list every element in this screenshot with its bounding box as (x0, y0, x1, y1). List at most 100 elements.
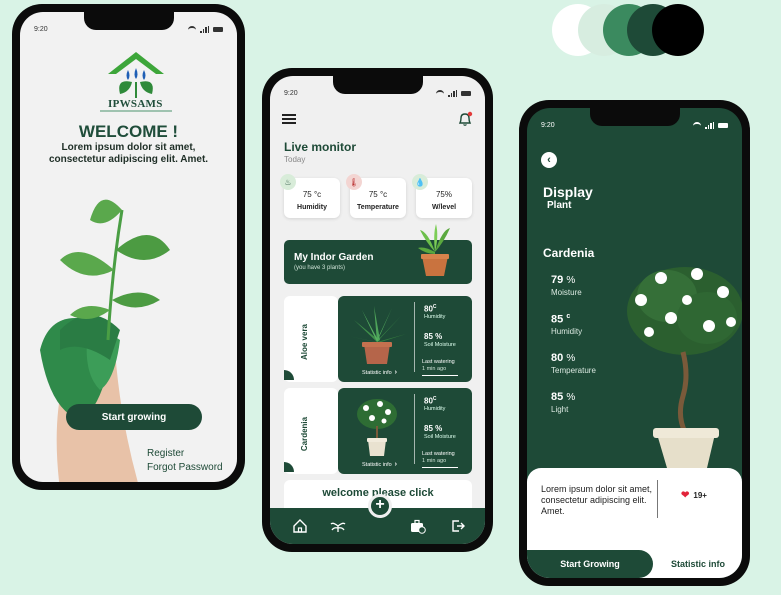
wifi-icon (693, 122, 701, 128)
plant-moisture-label: Soil Moisture (424, 434, 456, 440)
water-drop-icon: 💧 (412, 174, 428, 190)
watering-progress-line (422, 467, 458, 468)
aloe-vera-plant-image (348, 306, 406, 364)
humidity-label: Humidity (551, 327, 583, 336)
temperature-label: Temperature (551, 366, 596, 375)
plant-card-cardenia[interactable]: Cardenia 80C Humidity 85 % Soil Moisture… (284, 388, 472, 474)
plant-moisture-value: 85 % (424, 332, 443, 341)
plant-card-aloe-vera[interactable]: Aloe vera 80C Humidity 85 % Soil Moistur… (284, 296, 472, 382)
humidity-icon: ♨ (280, 174, 296, 190)
metric-card-temperature[interactable]: 🌡 75 °c Temperature (346, 174, 406, 218)
garden-title: My Indor Garden (294, 252, 374, 263)
signal-icon (705, 121, 714, 129)
status-time: 9:20 (541, 121, 555, 129)
card-corner-accent (284, 462, 294, 472)
plant-card-details: 80C Humidity 85 % Soil Moisture Last wat… (338, 296, 472, 382)
battery-icon (461, 90, 471, 96)
light-label: Light (551, 405, 569, 414)
status-bar: 9:20 (541, 120, 728, 130)
welcome-description: Lorem ipsum dolor sit amet, consectetur … (48, 142, 209, 165)
chevron-right-icon: › (394, 461, 397, 468)
plant-subheading: Plant (547, 200, 572, 211)
metric-label: W/level (431, 204, 457, 211)
metric-card-water-level[interactable]: 💧 75% W/level (412, 174, 472, 218)
plant-description: Lorem ipsum dolor sit amet, consectetur … (541, 484, 653, 516)
temperature-value: 80 % (551, 352, 576, 364)
plant-humidity-value: 80C (424, 304, 437, 314)
notification-bell-icon[interactable] (456, 110, 474, 128)
plant-humidity-label: Humidity (424, 406, 446, 412)
wifi-icon (436, 90, 444, 96)
hamburger-menu-icon[interactable] (282, 114, 296, 124)
metric-value: 75% (435, 190, 452, 199)
status-time: 9:20 (34, 25, 48, 33)
add-plant-button[interactable]: + (368, 494, 392, 518)
plant-card-side: Cardenia (284, 388, 338, 474)
plant-name: Cardenia (543, 246, 595, 260)
card-divider (414, 394, 415, 464)
palette-swatch-black (652, 4, 704, 56)
forgot-password-link[interactable]: Forgot Password (147, 462, 223, 473)
last-watering-label: Last watering (422, 451, 455, 457)
live-monitor-title: Live monitor (284, 140, 357, 154)
statistic-info-link[interactable]: Statistic info › (362, 369, 397, 376)
welcome-heading: WELCOME ! (78, 122, 179, 141)
gardenia-tree-image (627, 267, 742, 482)
register-link[interactable]: Register (147, 448, 184, 459)
metric-card-humidity[interactable]: ♨ 75 °c Humidity (280, 174, 340, 218)
statistic-info-link[interactable]: Statistic info › (362, 461, 397, 468)
plant-card-details: 80C Humidity 85 % Soil Moisture Last wat… (338, 388, 472, 474)
plant-moisture-label: Soil Moisture (424, 342, 456, 348)
statistic-info-button[interactable]: Statistic info (657, 550, 739, 578)
battery-icon (718, 122, 728, 128)
briefcase-clock-icon[interactable] (410, 518, 426, 534)
plant-humidity-label: Humidity (424, 314, 446, 320)
plant-name: Cardenia (300, 416, 309, 452)
signal-icon (200, 25, 209, 33)
plant-moisture-value: 85 % (424, 424, 443, 433)
last-watering-time: 1 min ago (422, 366, 447, 372)
back-arrow-icon[interactable]: ‹ (541, 152, 557, 168)
garden-subtitle: (you have 3 plants) (294, 265, 346, 271)
signal-icon (448, 89, 457, 97)
likes-count: 19+ (693, 491, 707, 500)
plant-name: Aloe vera (300, 323, 309, 361)
potted-plant-image (418, 224, 450, 276)
light-value: 85 % (551, 391, 576, 403)
display-heading: Display (543, 184, 593, 200)
start-growing-button[interactable]: Start growing (66, 404, 202, 430)
plant-card-side: Aloe vera (284, 296, 338, 382)
plant-humidity-value: 80C (424, 396, 437, 406)
phone-welcome-screen: 9:20 IPWSAMS WELCOME ! Lorem ipsum dolor… (12, 4, 245, 490)
heart-icon: ❤ (681, 490, 690, 501)
moisture-label: Moisture (551, 288, 582, 297)
start-growing-button[interactable]: Start Growing (527, 550, 653, 578)
phone-live-monitor-screen: 9:20 Live monitor Today ♨ 75 °c Humidity… (262, 68, 493, 552)
watering-progress-line (422, 375, 458, 376)
last-watering-time: 1 min ago (422, 458, 447, 464)
gardenia-tree-image (357, 399, 397, 456)
metric-label: Humidity (297, 204, 327, 211)
app-logo-text: IPWSAMS (108, 98, 163, 110)
live-monitor-subtitle: Today (284, 155, 306, 164)
likes-counter[interactable]: ❤ 19+ (681, 490, 707, 501)
moisture-value: 79 % (551, 274, 576, 286)
status-time: 9:20 (284, 89, 298, 97)
hand-holding-plant-image (40, 199, 170, 482)
card-divider (657, 480, 658, 518)
logo-underline (100, 110, 172, 112)
humidity-value: 85 c (551, 313, 571, 326)
card-divider (414, 302, 415, 372)
chevron-right-icon: › (394, 369, 397, 376)
thermometer-icon: 🌡 (346, 174, 362, 190)
last-watering-label: Last watering (422, 359, 455, 365)
my-garden-banner[interactable]: My Indor Garden (you have 3 plants) (284, 224, 472, 284)
card-corner-accent (284, 370, 294, 380)
metric-label: Temperature (357, 204, 399, 211)
logout-icon[interactable] (450, 518, 466, 534)
metric-value: 75 °c (368, 190, 388, 199)
metric-value: 75 °c (302, 190, 322, 199)
home-icon[interactable] (292, 518, 308, 534)
plant-sprout-icon[interactable] (330, 518, 346, 534)
plant-description-card: Lorem ipsum dolor sit amet, consectetur … (527, 468, 742, 578)
